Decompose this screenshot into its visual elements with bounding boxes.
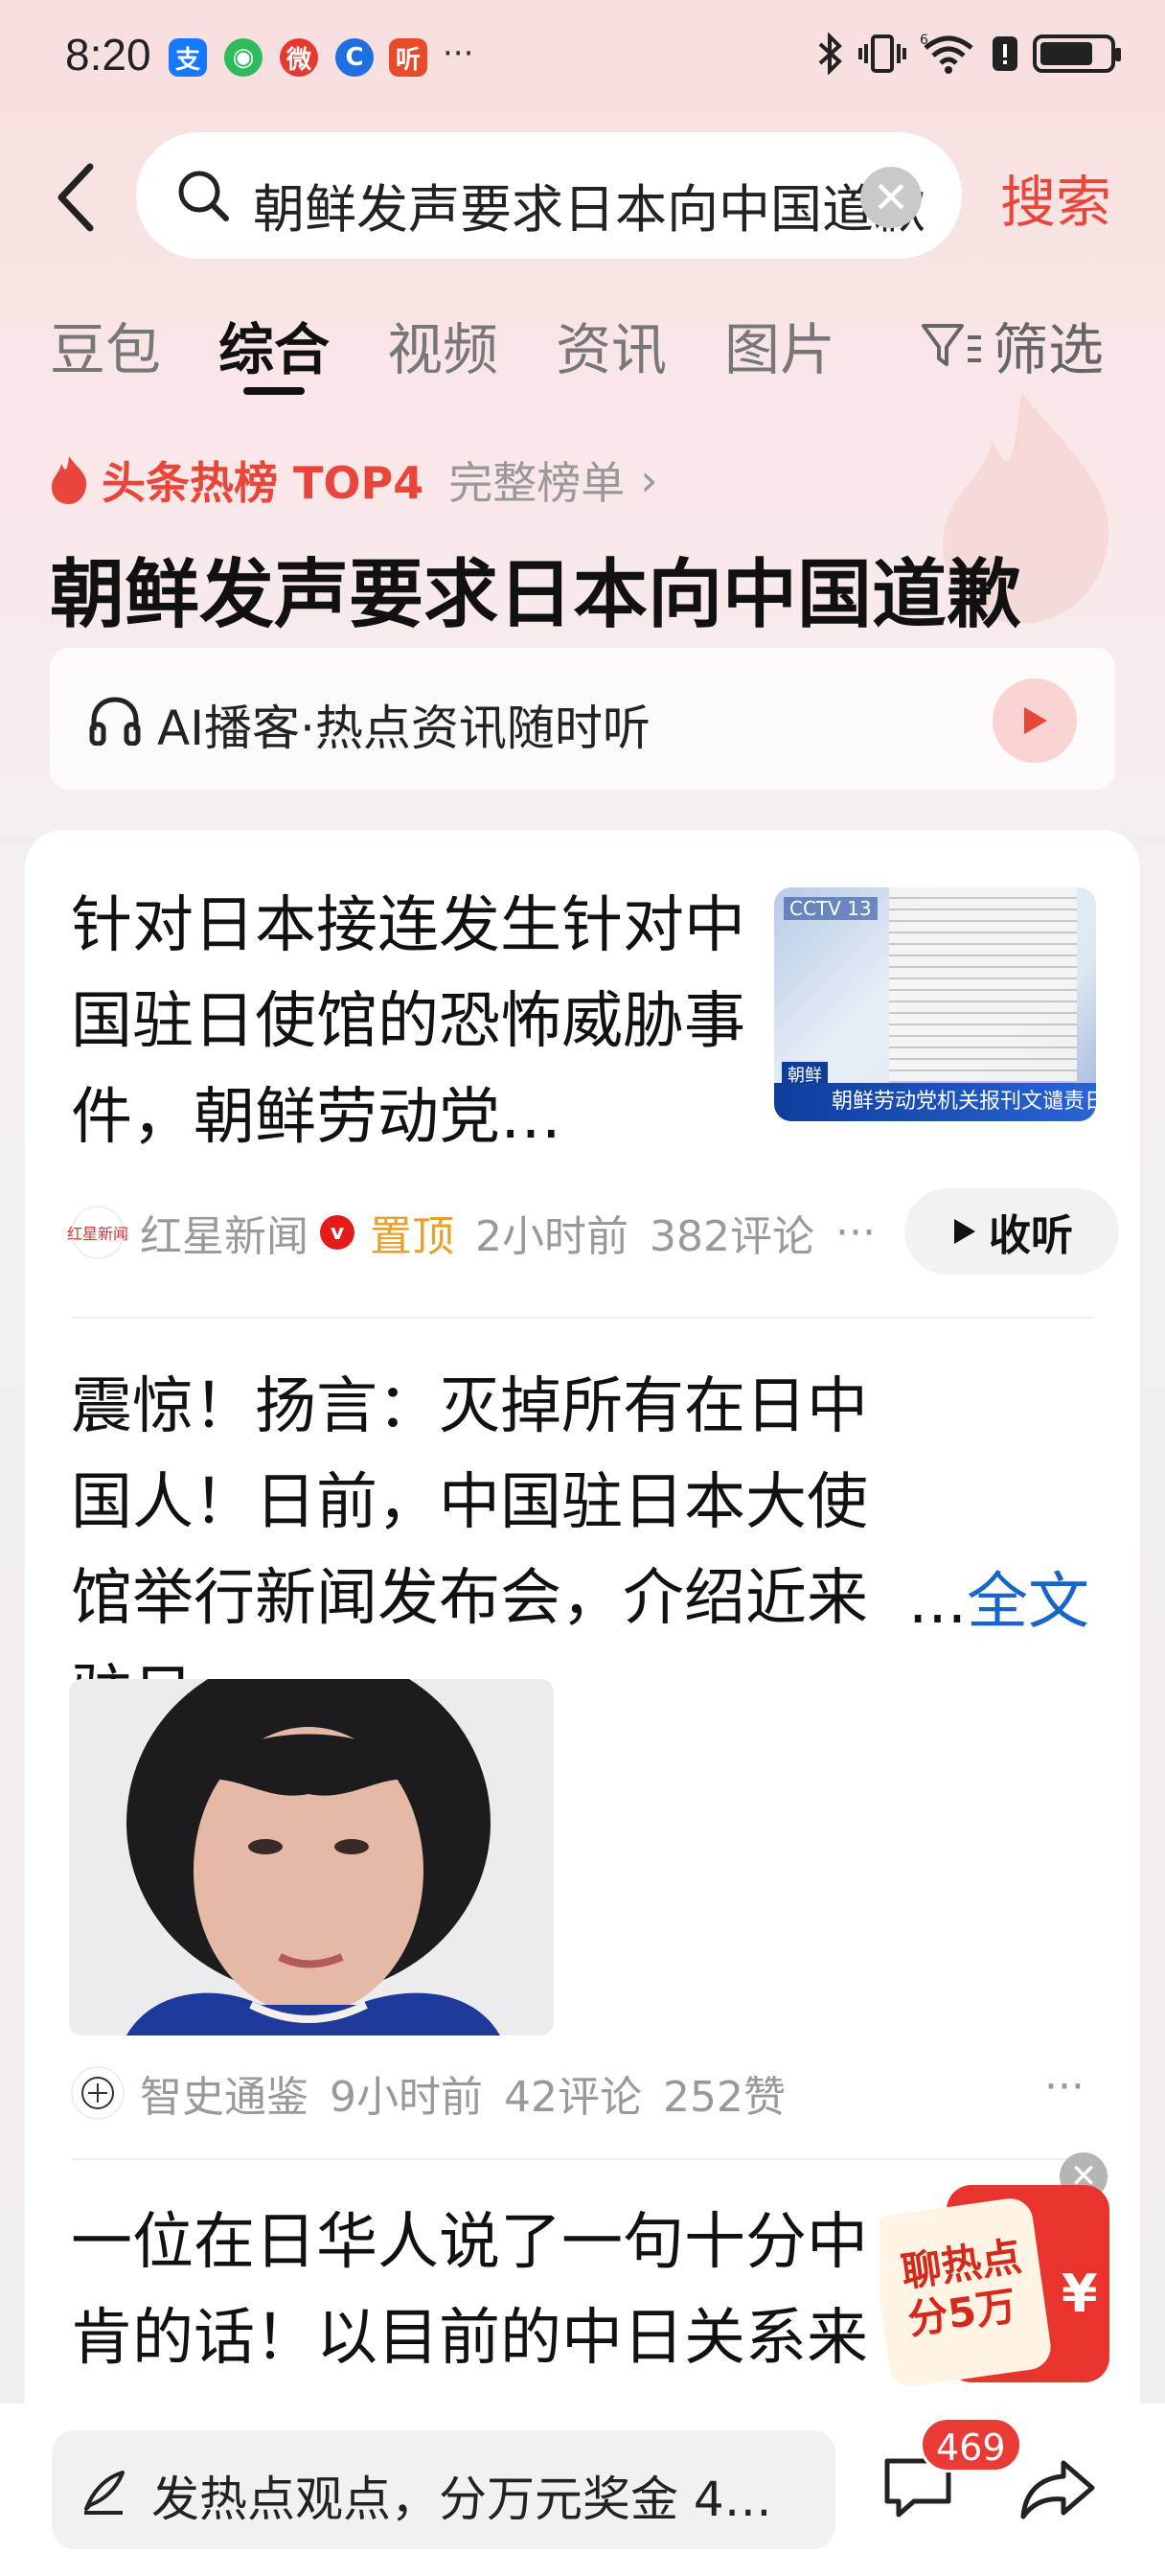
tab-video[interactable]: 视频 xyxy=(387,305,498,385)
pen-icon xyxy=(84,2471,125,2515)
comment-placeholder: 发热点观点，分万元奖金 4… xyxy=(151,2472,772,2527)
share-icon[interactable] xyxy=(1017,2455,1098,2522)
article-2-likes: 252赞 xyxy=(663,2073,786,2122)
search-button[interactable]: 搜索 xyxy=(1000,157,1111,238)
status-bar: 8:20 支 ◉ 微 C 听 ··· 6 xyxy=(0,0,1165,115)
filter-icon xyxy=(922,324,981,366)
back-arrow-icon xyxy=(57,163,94,232)
hot-list-row[interactable]: 头条热榜 TOP4 完整榜单 › xyxy=(48,448,658,512)
full-list-link[interactable]: 完整榜单 xyxy=(448,448,625,512)
listen-label: 收听 xyxy=(989,1211,1073,1260)
ellipsis: ... xyxy=(908,1567,968,1638)
article-2-source[interactable]: 智史通鉴 xyxy=(140,2062,308,2124)
bluetooth-icon xyxy=(818,33,842,75)
zhishi-logo-icon xyxy=(81,2077,114,2109)
divider xyxy=(71,2158,1094,2160)
play-icon xyxy=(1024,707,1047,734)
comment-count-badge: 469 xyxy=(920,2417,1022,2472)
promo-text: 聊热点 分5万 xyxy=(899,2233,1032,2345)
status-time: 8:20 xyxy=(65,30,151,80)
article-1-source[interactable]: 红星新闻 xyxy=(140,1202,308,1263)
article-2-time: 9小时前 xyxy=(330,2073,483,2122)
search-icon xyxy=(178,171,229,221)
tab-images[interactable]: 图片 xyxy=(724,305,835,385)
headphones-icon xyxy=(89,697,141,746)
ai-podcast-banner[interactable]: AI播客·热点资讯随时听 xyxy=(50,648,1115,790)
article-1-more-button[interactable]: ··· xyxy=(835,1208,876,1257)
article-1-thumbnail[interactable]: CCTV 13 朝鲜 朝鲜劳动党机关报刊文谴责日本 xyxy=(774,887,1096,1121)
comment-input[interactable]: 发热点观点，分万元奖金 4… xyxy=(52,2430,835,2549)
podcast-play-button[interactable] xyxy=(993,678,1077,763)
expand-full-text-link[interactable]: ...全文 xyxy=(908,1552,1089,1641)
wifi-icon: 6 xyxy=(920,33,973,74)
article-1-time: 2小时前 xyxy=(475,1212,628,1261)
article-2-comments: 42评论 xyxy=(504,2073,642,2122)
status-more-icon: ··· xyxy=(443,34,474,73)
full-text-label: 全文 xyxy=(967,1567,1090,1638)
battery-icon xyxy=(1033,34,1121,73)
listen-app-icon: 听 xyxy=(389,38,427,77)
article-2-image[interactable] xyxy=(69,1679,554,2036)
source-logo-zhishi[interactable] xyxy=(71,2066,125,2120)
pinned-tag: 置顶 xyxy=(370,1212,454,1261)
article-1-title[interactable]: 针对日本接连发生针对中国驻日使馆的恐怖威胁事件，朝鲜劳动党… xyxy=(71,878,761,1165)
article-3-title[interactable]: 一位在日华人说了一句十分中肯的话！以目前的中日关系来看， xyxy=(71,2195,914,2386)
portrait-photo xyxy=(69,1679,554,2036)
article-2-meta: 智史通鉴 9小时前 42评论 252赞 xyxy=(71,2062,786,2124)
filter-label: 筛选 xyxy=(993,317,1105,382)
tab-doubao[interactable]: 豆包 xyxy=(50,305,161,385)
clear-search-button[interactable]: ✕ xyxy=(860,167,922,228)
hot-list-label: 头条热榜 TOP4 xyxy=(102,457,424,509)
divider xyxy=(71,1317,1094,1319)
vibrate-icon xyxy=(858,34,906,73)
search-query[interactable]: 朝鲜发声要求日本向中国道歉 xyxy=(253,167,962,242)
back-button[interactable] xyxy=(48,153,105,240)
status-right: 6 xyxy=(816,33,1121,75)
flame-icon xyxy=(52,456,87,504)
article-1-meta: 红星新闻 红星新闻 v 置顶 2小时前 382评论 ··· xyxy=(67,1202,876,1263)
weibo-icon: 微 xyxy=(280,38,318,77)
signal-label: 6 xyxy=(920,33,928,48)
tv-channel-label: CCTV 13 xyxy=(784,897,878,920)
tab-news[interactable]: 资讯 xyxy=(556,305,667,385)
article-1-comments: 382评论 xyxy=(650,1212,814,1261)
play-icon xyxy=(954,1219,975,1244)
currency-symbol: ¥ xyxy=(1062,2264,1098,2324)
tab-overview[interactable]: 综合 xyxy=(218,305,330,385)
source-logo-hongxing[interactable]: 红星新闻 xyxy=(67,1206,128,1259)
thumbnail-caption: 朝鲜劳动党机关报刊文谴责日本 xyxy=(774,1083,1096,1121)
browser-icon: C xyxy=(335,38,374,77)
podcast-text: AI播客·热点资讯随时听 xyxy=(157,701,651,756)
alert-icon xyxy=(993,36,1017,71)
chevron-right-icon: › xyxy=(640,454,658,506)
listen-button[interactable]: 收听 xyxy=(904,1188,1119,1275)
hot-topic-title[interactable]: 朝鲜发声要求日本向中国道歉 xyxy=(50,535,1021,642)
verified-badge-icon: v xyxy=(320,1215,354,1250)
alipay-icon: 支 xyxy=(169,38,207,77)
filter-button[interactable]: 筛选 xyxy=(920,305,1104,385)
search-input[interactable]: 朝鲜发声要求日本向中国道歉 xyxy=(136,132,962,259)
article-2-more-button[interactable]: ··· xyxy=(1044,2062,1085,2111)
wechat-icon: ◉ xyxy=(224,38,263,77)
active-tab-indicator xyxy=(243,387,305,395)
